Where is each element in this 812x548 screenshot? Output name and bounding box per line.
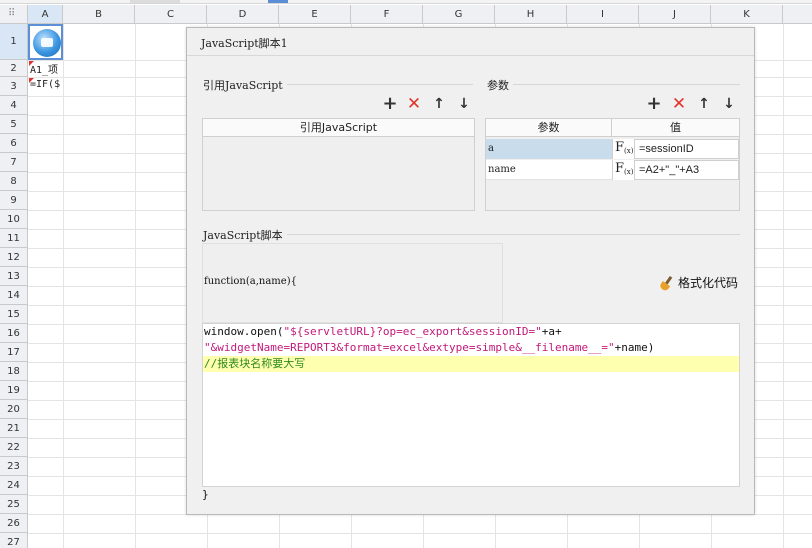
row-header-26[interactable]: 26	[0, 514, 28, 533]
params-table: 参数 值 a F(x) =sessionID name F(x) =A2+"_"…	[485, 118, 740, 211]
column-header-f[interactable]: F	[351, 5, 423, 24]
code-line: "&widgetName=REPORT3&format=excel&extype…	[203, 340, 739, 356]
row-header-4[interactable]: 4	[0, 96, 28, 115]
column-header-l[interactable]	[783, 5, 812, 24]
row-header-5[interactable]: 5	[0, 115, 28, 134]
script-legend: JavaScript脚本	[203, 227, 287, 243]
row-header-9[interactable]: 9	[0, 191, 28, 210]
code-token: +name)	[614, 341, 655, 354]
ref-js-legend: 引用JavaScript	[203, 77, 287, 93]
row-header-23[interactable]: 23	[0, 457, 28, 476]
delete-icon: ✕	[671, 94, 687, 114]
code-line-highlighted: //报表块名称要大写	[203, 356, 739, 372]
row-header-16[interactable]: 16	[0, 324, 28, 343]
param-row-name[interactable]: name	[486, 160, 612, 180]
row-header-14[interactable]: 14	[0, 286, 28, 305]
column-header-i[interactable]: I	[567, 5, 639, 24]
code-token: +a+	[541, 325, 562, 338]
title-separator	[187, 55, 754, 56]
ref-add-button[interactable]: +	[381, 95, 399, 113]
param-row-name[interactable]: a	[486, 139, 612, 159]
row-header-20[interactable]: 20	[0, 400, 28, 419]
ref-js-column-label: 引用JavaScript	[299, 121, 378, 134]
cell-a1[interactable]	[28, 24, 63, 60]
column-header-c[interactable]: C	[135, 5, 207, 24]
function-declaration: function(a,name){	[204, 276, 297, 287]
params-name-header: 参数	[486, 119, 612, 137]
code-comment: //报表块名称要大写	[204, 357, 306, 370]
ref-js-list[interactable]: 引用JavaScript	[202, 118, 475, 211]
column-header-a[interactable]: A	[28, 5, 63, 24]
toolbar-strip	[0, 0, 812, 4]
row-header-11[interactable]: 11	[0, 229, 28, 248]
down-arrow-icon: ↓	[723, 96, 735, 112]
grid-line	[28, 533, 812, 534]
row-header-13[interactable]: 13	[0, 267, 28, 286]
row-header-1[interactable]: 1	[0, 24, 28, 60]
column-header-k[interactable]: K	[711, 5, 783, 24]
add-icon: +	[382, 93, 398, 114]
column-header-b[interactable]: B	[63, 5, 135, 24]
ref-move-up-button[interactable]: ↑	[430, 95, 448, 113]
cell-a2[interactable]: A1_项	[30, 61, 63, 76]
row-header-15[interactable]: 15	[0, 305, 28, 324]
down-arrow-icon: ↓	[458, 96, 470, 112]
javascript-dialog: JavaScript脚本1 引用JavaScript + ✕ ↑ ↓ 引用Jav…	[186, 27, 755, 515]
ref-delete-button[interactable]: ✕	[405, 95, 423, 113]
column-header-g[interactable]: G	[423, 5, 495, 24]
widget-button-icon	[33, 29, 61, 57]
row-header-2[interactable]: 2	[0, 60, 28, 77]
select-all-corner[interactable]: ⠿	[0, 5, 28, 24]
function-closing-brace: }	[202, 488, 209, 501]
row-header-7[interactable]: 7	[0, 153, 28, 172]
column-header-e[interactable]: E	[279, 5, 351, 24]
dialog-title: JavaScript脚本1	[201, 37, 288, 50]
grid-icon: ⠿	[8, 8, 15, 19]
row-header-24[interactable]: 24	[0, 476, 28, 495]
code-string: "&widgetName=REPORT3&format=excel&extype…	[204, 341, 615, 354]
param-move-down-button[interactable]: ↓	[720, 95, 738, 113]
delete-icon: ✕	[406, 94, 422, 114]
row-header-8[interactable]: 8	[0, 172, 28, 191]
group-line	[487, 84, 740, 85]
params-value-header: 值	[612, 119, 739, 137]
param-add-button[interactable]: +	[645, 95, 663, 113]
row-header-3[interactable]: 3	[0, 77, 28, 96]
row-header-10[interactable]: 10	[0, 210, 28, 229]
up-arrow-icon: ↑	[698, 96, 710, 112]
ref-js-column-header: 引用JavaScript	[203, 119, 474, 137]
column-header-d[interactable]: D	[207, 5, 279, 24]
column-header-h[interactable]: H	[495, 5, 567, 24]
formula-editor-button[interactable]: F(x)	[612, 139, 634, 159]
sheet-tab[interactable]	[130, 0, 180, 3]
ref-move-down-button[interactable]: ↓	[455, 95, 473, 113]
param-delete-button[interactable]: ✕	[670, 95, 688, 113]
code-token: window.open(	[204, 325, 284, 338]
script-editor[interactable]: window.open("${servletURL}?op=ec_export&…	[202, 323, 740, 487]
add-icon: +	[646, 93, 662, 114]
code-line: window.open("${servletURL}?op=ec_export&…	[203, 324, 739, 340]
row-header-6[interactable]: 6	[0, 134, 28, 153]
param-move-up-button[interactable]: ↑	[695, 95, 713, 113]
cell-a3[interactable]: =IF($	[30, 79, 63, 90]
column-header-j[interactable]: J	[639, 5, 711, 24]
row-header-19[interactable]: 19	[0, 381, 28, 400]
params-legend: 参数	[487, 77, 513, 93]
sheet-tab-active[interactable]	[268, 0, 288, 3]
param-value-field[interactable]: =A2+"_"+A3	[634, 160, 739, 180]
code-string: "${servletURL}?op=ec_export&sessionID="	[283, 325, 542, 338]
row-header-22[interactable]: 22	[0, 438, 28, 457]
param-value-field[interactable]: =sessionID	[634, 139, 739, 159]
formula-editor-button[interactable]: F(x)	[612, 160, 634, 180]
row-header-17[interactable]: 17	[0, 343, 28, 362]
row-header-25[interactable]: 25	[0, 495, 28, 514]
row-header-27[interactable]: 27	[0, 533, 28, 548]
format-code-label: 格式化代码	[678, 276, 739, 290]
row-header-18[interactable]: 18	[0, 362, 28, 381]
row-header-21[interactable]: 21	[0, 419, 28, 438]
broom-icon	[660, 276, 674, 290]
row-header-12[interactable]: 12	[0, 248, 28, 267]
format-code-button[interactable]: 格式化代码	[660, 274, 738, 291]
up-arrow-icon: ↑	[433, 96, 445, 112]
